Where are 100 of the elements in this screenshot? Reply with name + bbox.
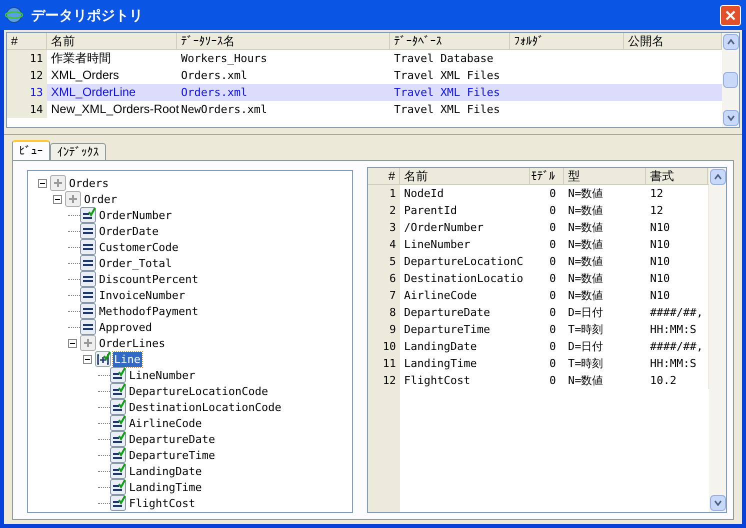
- table-row[interactable]: 11 作業者時間 Workers_Hours Travel Database: [7, 50, 722, 67]
- table-cell: 6: [389, 272, 396, 285]
- collapse-icon[interactable]: [83, 354, 92, 364]
- table-cell: N=数値: [568, 204, 604, 217]
- tree-item[interactable]: LandingTime: [128, 480, 203, 494]
- table-cell: 作業者時間: [51, 51, 111, 65]
- collapse-icon[interactable]: [53, 194, 62, 204]
- table-cell: ####/##,: [650, 340, 703, 353]
- tree-item[interactable]: DepartureDate: [128, 432, 216, 446]
- table-cell: 0: [549, 204, 556, 217]
- table-cell: 4: [389, 238, 396, 251]
- table-cell: 12: [382, 374, 396, 387]
- table-cell: ParentId: [404, 204, 457, 217]
- column-header[interactable]: 名前: [47, 33, 177, 49]
- column-header[interactable]: 名前: [400, 168, 530, 184]
- table-cell: N10: [650, 255, 670, 268]
- table-cell: Travel XML Files: [394, 86, 500, 99]
- tree-item[interactable]: LandingDate: [128, 464, 203, 478]
- tree-item[interactable]: OrderDate: [98, 224, 160, 238]
- table-cell: Orders.xml: [181, 69, 248, 82]
- column-header[interactable]: ﾓﾃﾞﾙ: [530, 168, 564, 184]
- table-cell: 8: [389, 306, 396, 319]
- table-cell: XML_Orders: [51, 68, 120, 82]
- table-row[interactable]: 14 New_XML_Orders-Root NewOrders.xml Travel XML Files: [7, 101, 722, 118]
- column-header[interactable]: ﾃﾞｰﾀﾍﾞｰｽ: [390, 33, 510, 49]
- scroll-up-button[interactable]: [710, 169, 726, 185]
- scrollbar[interactable]: [709, 168, 726, 512]
- tree-item[interactable]: OrderNumber: [98, 208, 173, 222]
- collapse-icon[interactable]: [38, 178, 47, 188]
- tree-item[interactable]: DestinationLocationCode: [128, 400, 282, 414]
- table-cell: HH:MM:S: [650, 357, 696, 370]
- table-cell: N=数値: [568, 272, 604, 285]
- table-cell: AirlineCode: [404, 289, 477, 302]
- tree-item[interactable]: LineNumber: [128, 368, 196, 382]
- tree-item[interactable]: CustomerCode: [98, 240, 180, 254]
- table-cell: LineNumber: [404, 238, 470, 251]
- table-cell: Travel XML Files: [394, 69, 500, 82]
- table-cell: 0: [549, 306, 556, 319]
- tree-item[interactable]: Order: [83, 192, 118, 206]
- collapse-icon[interactable]: [68, 338, 77, 348]
- table-cell: D=日付: [568, 306, 604, 319]
- scroll-thumb[interactable]: [723, 72, 738, 88]
- tab[interactable]: ﾋﾞｭｰ: [12, 140, 50, 160]
- table-row[interactable]: 12 XML_Orders Orders.xml Travel XML Files: [7, 67, 722, 84]
- globe-icon: [5, 6, 23, 24]
- close-button[interactable]: [720, 4, 741, 26]
- table-cell: 0: [549, 357, 556, 370]
- tab[interactable]: ｲﾝﾃﾞｯｸｽ: [50, 143, 106, 160]
- table-cell: LandingTime: [404, 357, 477, 370]
- tree-item[interactable]: Order_Total: [98, 256, 173, 270]
- table-cell: 5: [389, 255, 396, 268]
- table-cell: 0: [549, 272, 556, 285]
- tree-item[interactable]: Approved: [98, 320, 153, 334]
- tree-item[interactable]: DepartureTime: [128, 448, 216, 462]
- tree-item[interactable]: Line: [113, 352, 142, 366]
- table-cell: 0: [549, 187, 556, 200]
- table-cell: 11: [30, 52, 43, 65]
- table-cell: 1: [389, 187, 396, 200]
- table-cell: 14: [30, 103, 43, 116]
- tree-item[interactable]: DiscountPercent: [98, 272, 200, 286]
- column-header[interactable]: #: [7, 33, 47, 49]
- scroll-down-button[interactable]: [722, 110, 738, 126]
- column-header[interactable]: 書式: [646, 168, 708, 184]
- tree-item[interactable]: DepartureLocationCode: [128, 384, 270, 398]
- table-row[interactable]: 13 XML_OrderLine Orders.xml Travel XML Files: [7, 84, 722, 101]
- table-cell: Workers_Hours: [181, 52, 268, 65]
- table-cell: ####/##,: [650, 306, 703, 319]
- column-header[interactable]: ﾌｫﾙﾀﾞ: [510, 33, 624, 49]
- tree-item[interactable]: InvoiceNumber: [98, 288, 186, 302]
- close-icon: [725, 10, 736, 20]
- table-cell: 12: [30, 69, 43, 82]
- column-header[interactable]: 型: [564, 168, 646, 184]
- table-cell: N=数値: [568, 255, 604, 268]
- table-cell: 9: [389, 323, 396, 336]
- table-cell: 0: [549, 323, 556, 336]
- table-cell: DepartureDate: [404, 306, 490, 319]
- table-cell: Travel XML Files: [394, 103, 500, 116]
- tree-item[interactable]: AirlineCode: [128, 416, 203, 430]
- table-cell: 0: [549, 289, 556, 302]
- tree-item[interactable]: FlightCost: [128, 496, 196, 510]
- table-cell: 12: [650, 204, 664, 217]
- table-cell: 0: [549, 255, 556, 268]
- table-cell: HH:MM:S: [650, 323, 696, 336]
- column-header[interactable]: #: [368, 168, 400, 184]
- scrollbar[interactable]: [722, 33, 739, 127]
- tree-item[interactable]: MethodofPayment: [98, 304, 200, 318]
- column-header[interactable]: ﾃﾞｰﾀｿｰｽ名: [177, 33, 390, 49]
- tree-item[interactable]: OrderLines: [98, 336, 166, 350]
- table-cell: 13: [30, 86, 43, 99]
- table-cell: 7: [389, 289, 396, 302]
- window-title: データリポジトリ: [31, 6, 143, 24]
- table-cell: N=数値: [568, 374, 604, 387]
- table-cell: DepartureTime: [404, 323, 490, 336]
- table-cell: 0: [549, 221, 556, 234]
- scroll-up-button[interactable]: [722, 34, 738, 50]
- scroll-down-button[interactable]: [710, 495, 726, 511]
- table-cell: FlightCost: [404, 374, 470, 387]
- table-cell: N=数値: [568, 289, 604, 302]
- table-cell: N10: [650, 272, 670, 285]
- tree-item[interactable]: Orders: [68, 176, 110, 190]
